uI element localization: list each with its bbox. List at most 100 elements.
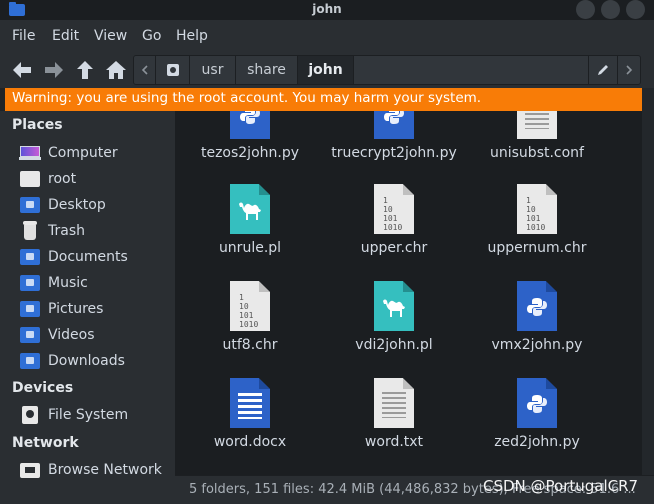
arrow-right-icon (45, 62, 63, 78)
file-name: word.docx (213, 434, 287, 450)
path-root-button[interactable] (156, 56, 190, 84)
file-name: upper.chr (360, 240, 428, 256)
python-file-icon (517, 281, 557, 331)
sidebar-item-trash[interactable]: Trash (20, 220, 170, 242)
sidebar-item-file-system[interactable]: File System (20, 404, 170, 426)
home-folder-icon (20, 171, 40, 187)
sidebar-item-label: Browse Network (48, 462, 162, 478)
file-name: utf8.chr (222, 337, 278, 353)
root-warning-banner: Warning: you are using the root account.… (5, 88, 642, 111)
file-name: unrule.pl (218, 240, 282, 256)
file-item[interactable]: word.txt (324, 378, 464, 450)
file-item[interactable]: unisubst.conf (467, 111, 607, 161)
toolbar: usr share john (0, 52, 654, 88)
network-header: Network (12, 435, 79, 451)
close-button[interactable] (626, 0, 645, 19)
trash-icon (20, 221, 40, 240)
drive-icon (166, 64, 179, 76)
music-folder-icon (20, 275, 40, 291)
perl-file-icon (230, 184, 270, 234)
sidebar-item-computer[interactable]: Computer (19, 142, 170, 164)
sidebar-item-label: Desktop (48, 197, 106, 213)
maximize-button[interactable] (601, 0, 620, 19)
edit-location-button[interactable] (588, 56, 618, 84)
downloads-folder-icon (20, 353, 40, 369)
text-file-icon (517, 111, 557, 139)
binary-file-icon: 1 10 101 1010 (517, 184, 557, 234)
file-name: vdi2john.pl (355, 337, 433, 353)
file-item[interactable]: zed2john.py (467, 378, 607, 450)
path-segment-share[interactable]: share (236, 56, 298, 84)
arrow-left-icon (13, 62, 31, 78)
menu-help[interactable]: Help (176, 28, 208, 44)
sidebar-item-documents[interactable]: Documents (20, 246, 170, 268)
file-name: vmx2john.py (491, 337, 583, 353)
file-item[interactable]: vmx2john.py (467, 281, 607, 353)
path-scroll-right-button[interactable] (618, 56, 640, 84)
menu-bar: File Edit View Go Help (0, 20, 654, 52)
network-icon (20, 462, 40, 478)
menu-edit[interactable]: Edit (52, 28, 79, 44)
file-item[interactable]: 1 10 101 1010 upper.chr (324, 184, 464, 256)
file-view[interactable]: tezos2john.py truecrypt2john.py unisubst… (175, 111, 654, 475)
minimize-button[interactable] (576, 0, 595, 19)
file-name: uppernum.chr (487, 240, 587, 256)
file-name: truecrypt2john.py (331, 145, 457, 161)
documents-folder-icon (20, 249, 40, 265)
sidebar-item-videos[interactable]: Videos (20, 324, 170, 346)
watermark: CSDN @PortugalCR7 (483, 477, 639, 495)
back-button[interactable] (10, 58, 34, 82)
computer-icon (19, 145, 41, 161)
menu-file[interactable]: File (12, 28, 35, 44)
binary-file-icon: 1 10 101 1010 (230, 281, 270, 331)
file-name: unisubst.conf (490, 145, 584, 161)
file-item[interactable]: unrule.pl (180, 184, 320, 256)
places-header: Places (12, 117, 63, 133)
python-file-icon (517, 378, 557, 428)
sidebar-item-label: Pictures (48, 301, 104, 317)
file-item[interactable]: word.docx (180, 378, 320, 450)
menu-view[interactable]: View (94, 28, 127, 44)
file-item[interactable]: 1 10 101 1010 utf8.chr (180, 281, 320, 353)
path-bar: usr share john (133, 55, 641, 85)
file-item[interactable]: 1 10 101 1010 uppernum.chr (467, 184, 607, 256)
file-item[interactable]: truecrypt2john.py (324, 111, 464, 161)
sidebar-item-desktop[interactable]: Desktop (20, 194, 170, 216)
desktop-folder-icon (20, 197, 40, 213)
sidebar-item-label: Trash (48, 223, 85, 239)
scrollbar[interactable] (642, 88, 654, 475)
window-title: john (312, 2, 342, 16)
sidebar: Places Computer root Desktop Trash Docum… (0, 111, 175, 504)
pictures-folder-icon (20, 301, 40, 317)
home-icon (106, 61, 126, 79)
sidebar-item-music[interactable]: Music (20, 272, 170, 294)
sidebar-item-root[interactable]: root (20, 168, 170, 190)
sidebar-item-label: Downloads (48, 353, 125, 369)
sidebar-item-downloads[interactable]: Downloads (20, 350, 170, 372)
word-document-icon (230, 378, 270, 428)
path-segment-usr[interactable]: usr (190, 56, 236, 84)
home-button[interactable] (104, 58, 128, 82)
path-segment-john[interactable]: john (298, 56, 354, 84)
up-button[interactable] (73, 58, 97, 82)
file-item[interactable]: vdi2john.pl (324, 281, 464, 353)
perl-file-icon (374, 281, 414, 331)
sidebar-item-label: Computer (48, 145, 118, 161)
path-scroll-left-button[interactable] (134, 56, 156, 84)
sidebar-item-label: Documents (48, 249, 128, 265)
title-bar[interactable]: john (0, 0, 654, 20)
devices-header: Devices (12, 380, 74, 396)
binary-file-icon: 1 10 101 1010 (374, 184, 414, 234)
sidebar-item-browse-network[interactable]: Browse Network (20, 459, 170, 481)
file-item[interactable]: tezos2john.py (180, 111, 320, 161)
sidebar-item-label: File System (48, 407, 129, 423)
sidebar-item-label: Videos (48, 327, 95, 343)
forward-button[interactable] (42, 58, 66, 82)
file-name: word.txt (364, 434, 424, 450)
sidebar-item-pictures[interactable]: Pictures (20, 298, 170, 320)
text-file-icon (374, 378, 414, 428)
sidebar-item-label: Music (48, 275, 88, 291)
sidebar-item-label: root (48, 171, 77, 187)
menu-go[interactable]: Go (142, 28, 161, 44)
pencil-icon (598, 65, 608, 75)
